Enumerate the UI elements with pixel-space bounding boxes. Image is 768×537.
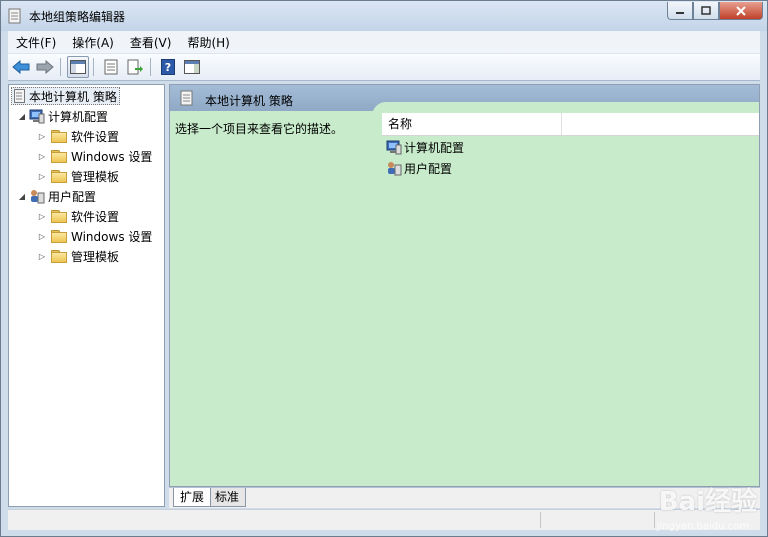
status-bar [8, 509, 760, 530]
tree-root-selection: 本地计算机 策略 [11, 87, 120, 105]
tree-item-label: Windows 设置 [71, 229, 153, 244]
menu-action[interactable]: 操作(A) [64, 34, 122, 51]
folder-icon [51, 130, 67, 143]
window-title: 本地组策略编辑器 [29, 10, 126, 24]
svg-text:?: ? [165, 61, 171, 74]
collapsed-arrow-icon[interactable]: ▷ [37, 132, 47, 141]
menu-file[interactable]: 文件(F) [8, 34, 64, 51]
export-list-button[interactable] [124, 56, 146, 78]
toolbar-separator [60, 58, 61, 76]
tree-root-label: 本地计算机 策略 [29, 89, 117, 104]
tree-item-user-software[interactable]: ▷ 软件设置 [37, 206, 119, 226]
tree-item-user-windows[interactable]: ▷ Windows 设置 [37, 226, 152, 246]
toolbar: ? [8, 54, 760, 81]
forward-button[interactable] [34, 56, 56, 78]
menu-bar: 文件(F) 操作(A) 查看(V) 帮助(H) [8, 31, 760, 54]
toolbar-separator [93, 58, 94, 76]
export-list-icon [127, 59, 143, 75]
back-button[interactable] [10, 56, 32, 78]
computer-icon [386, 140, 402, 155]
tree-item-user-admin[interactable]: ▷ 管理模板 [37, 246, 119, 266]
maximize-button[interactable] [693, 2, 719, 20]
minimize-icon [676, 11, 684, 14]
tree-item-label: 软件设置 [71, 129, 120, 144]
tree-item-label: 管理模板 [71, 169, 120, 184]
app-window: 本地组策略编辑器 文件(F) 操作(A) 查看(V) 帮助(H) ? 本地计算机… [0, 0, 768, 537]
menu-help[interactable]: 帮助(H) [179, 34, 237, 51]
tree-item-label: 管理模板 [71, 249, 120, 264]
show-action-pane-button[interactable] [181, 56, 203, 78]
close-icon [736, 5, 746, 16]
tree-item-computer-software[interactable]: ▷ 软件设置 [37, 126, 119, 146]
help-button[interactable]: ? [157, 56, 179, 78]
maximize-icon [701, 6, 711, 15]
user-config-icon [388, 162, 402, 176]
collapsed-arrow-icon[interactable]: ▷ [37, 252, 47, 261]
list-item-user-config[interactable]: 用户配置 [386, 158, 452, 178]
user-config-icon [31, 190, 45, 204]
collapsed-arrow-icon[interactable]: ▷ [37, 152, 47, 161]
forward-arrow-icon [36, 60, 54, 74]
collapsed-arrow-icon[interactable]: ▷ [37, 232, 47, 241]
computer-icon [29, 109, 45, 124]
tree-item-label: Windows 设置 [71, 149, 153, 164]
policy-document-icon [8, 8, 21, 24]
list-column-header: 名称 [382, 113, 759, 136]
properties-button[interactable] [100, 56, 122, 78]
collapsed-arrow-icon[interactable]: ▷ [37, 172, 47, 181]
show-action-pane-icon [184, 60, 200, 74]
folder-icon [51, 170, 67, 183]
title-bar[interactable]: 本地组策略编辑器 [1, 1, 767, 31]
status-separator [654, 512, 655, 528]
watermark-logo: Bai经验 [658, 487, 757, 517]
tab-standard[interactable]: 标准 [208, 488, 247, 507]
toolbar-separator [150, 58, 151, 76]
description-text: 选择一个项目来查看它的描述。 [175, 122, 344, 136]
folder-icon [51, 250, 67, 263]
back-arrow-icon [12, 60, 30, 74]
tree-root[interactable]: 本地计算机 策略 [11, 86, 120, 106]
minimize-button[interactable] [667, 2, 693, 20]
tree-item-label: 软件设置 [71, 209, 120, 224]
column-name-header[interactable]: 名称 [382, 113, 562, 135]
list-item-label: 计算机配置 [404, 140, 465, 155]
window-controls [667, 2, 763, 20]
expanded-arrow-icon[interactable]: ◢ [17, 192, 27, 201]
show-tree-icon [70, 60, 86, 74]
watermark-url: jingyan.baidu.com [656, 521, 749, 532]
policy-document-icon [14, 89, 25, 103]
results-pane: 本地计算机 策略 选择一个项目来查看它的描述。 名称 计算机配置 用户配置 [169, 84, 760, 487]
tree-item-user-config[interactable]: ◢ 用户配置 [17, 186, 96, 206]
tree-item-computer-config[interactable]: ◢ 计算机配置 [17, 106, 108, 126]
close-button[interactable] [719, 2, 763, 20]
tree-item-computer-admin[interactable]: ▷ 管理模板 [37, 166, 119, 186]
list-item-label: 用户配置 [404, 161, 453, 176]
properties-icon [104, 59, 118, 75]
tree-item-label: 计算机配置 [48, 109, 109, 124]
collapsed-arrow-icon[interactable]: ▷ [37, 212, 47, 221]
folder-icon [51, 150, 67, 163]
policy-document-icon [180, 90, 193, 106]
console-tree: 本地计算机 策略 ◢ 计算机配置 ▷ 软件设置 ▷ Windows 设置 ▷ 管… [8, 84, 165, 507]
tree-item-computer-windows[interactable]: ▷ Windows 设置 [37, 146, 152, 166]
help-icon: ? [161, 59, 175, 75]
expanded-arrow-icon[interactable]: ◢ [17, 112, 27, 121]
menu-view[interactable]: 查看(V) [122, 34, 180, 51]
show-tree-button[interactable] [67, 56, 89, 78]
folder-icon [51, 210, 67, 223]
folder-icon [51, 230, 67, 243]
list-item-computer-config[interactable]: 计算机配置 [386, 137, 464, 157]
tree-item-label: 用户配置 [48, 189, 97, 204]
tab-extended[interactable]: 扩展 [173, 488, 212, 507]
results-header-title: 本地计算机 策略 [205, 94, 293, 108]
status-separator [540, 512, 541, 528]
